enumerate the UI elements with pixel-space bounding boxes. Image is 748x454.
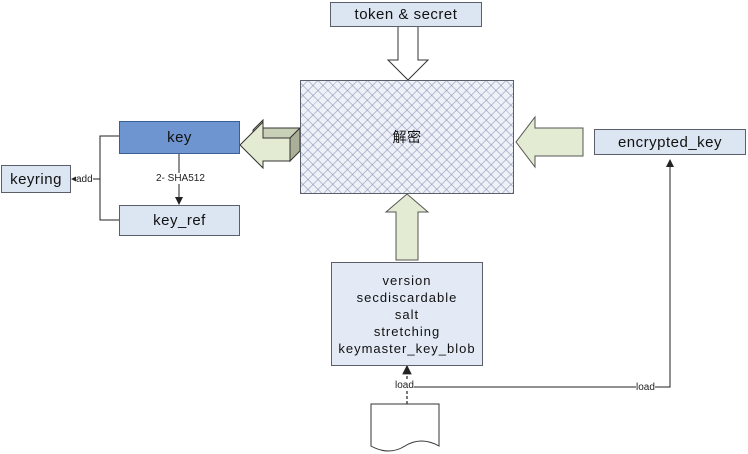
- keyring-node: keyring: [1, 165, 71, 193]
- metadata-salt: salt: [394, 306, 420, 322]
- keyring-bracket: [99, 135, 119, 221]
- sha512-label: 2- SHA512: [156, 173, 205, 184]
- add-label: add: [76, 174, 93, 185]
- decrypt-to-key-arrow: [239, 118, 302, 170]
- decrypt-node: 解密: [300, 80, 514, 194]
- metadata-keymaster-key-blob: keymaster_key_blob: [338, 340, 476, 356]
- token-secret-node: token & secret: [330, 2, 482, 27]
- metadata-to-decrypt-arrow: [384, 193, 430, 261]
- metadata-version: version: [382, 272, 432, 288]
- encrypted-key-to-decrypt-arrow: [515, 115, 584, 169]
- encrypted-key-node: encrypted_key: [594, 129, 746, 155]
- metadata-secdiscardable: secdiscardable: [356, 289, 458, 305]
- metadata-stretching: stretching: [373, 323, 441, 339]
- diagram-canvas: token & secret 解密 key key_ref keyring en…: [0, 0, 748, 454]
- load-label-right: load: [636, 382, 655, 393]
- token-to-decrypt-arrow: [386, 25, 430, 81]
- load-label-left: load: [395, 380, 414, 391]
- key-ref-node: key_ref: [119, 205, 240, 236]
- key-node: key: [119, 121, 240, 154]
- metadata-node: version secdiscardable salt stretching k…: [331, 262, 483, 366]
- stored-key-document: [370, 403, 440, 452]
